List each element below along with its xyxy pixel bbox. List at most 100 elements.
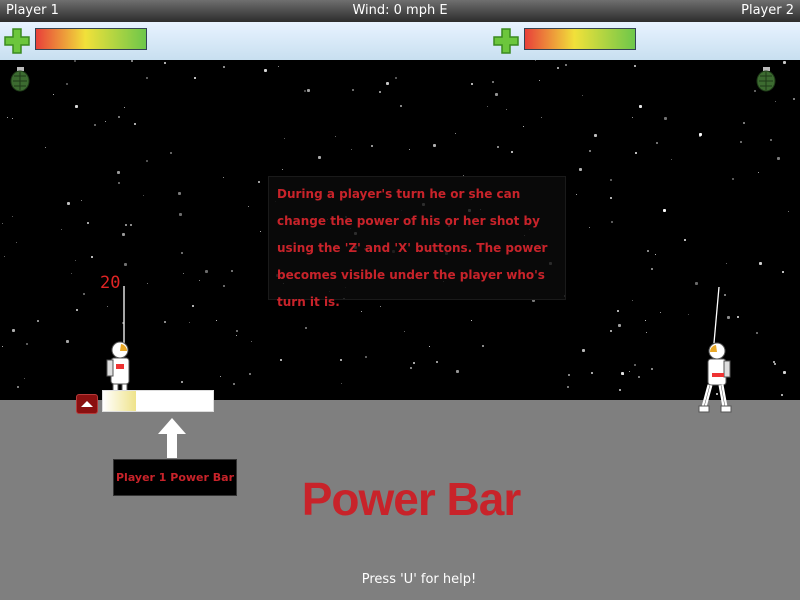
star <box>400 105 402 107</box>
star <box>181 381 183 383</box>
star <box>45 147 46 148</box>
star <box>579 168 582 171</box>
star <box>436 361 438 363</box>
star <box>758 172 759 173</box>
star <box>216 320 217 321</box>
star <box>664 117 667 120</box>
star <box>688 314 689 315</box>
star <box>589 227 590 228</box>
star <box>7 117 8 118</box>
star <box>632 300 633 301</box>
star <box>495 93 498 96</box>
star <box>131 60 133 62</box>
star <box>617 310 619 312</box>
star <box>223 66 225 68</box>
star <box>610 197 612 199</box>
star <box>146 77 148 79</box>
star <box>788 211 789 212</box>
star <box>305 327 307 329</box>
star <box>656 142 658 144</box>
star <box>147 283 148 284</box>
star <box>793 98 795 100</box>
star <box>94 124 96 126</box>
star <box>249 373 251 375</box>
star <box>223 177 224 178</box>
star <box>251 341 252 342</box>
star <box>61 229 62 230</box>
star <box>24 378 25 379</box>
player2-health-bar <box>524 28 636 50</box>
star <box>351 149 352 150</box>
star <box>87 222 89 224</box>
star <box>582 349 585 352</box>
star <box>591 372 593 374</box>
power-up-button[interactable] <box>76 394 98 414</box>
star <box>260 231 261 232</box>
star <box>75 105 78 108</box>
star <box>632 117 633 118</box>
star <box>83 293 85 295</box>
star <box>386 82 389 85</box>
star <box>352 89 354 91</box>
star <box>541 117 542 118</box>
star <box>684 239 686 241</box>
star <box>2 223 3 224</box>
star <box>611 221 613 223</box>
star <box>395 77 397 79</box>
star <box>371 145 373 147</box>
star <box>567 386 569 388</box>
top-bar: Player 1 Wind: 0 mph E Player 2 <box>0 0 800 22</box>
star <box>582 95 583 96</box>
star <box>282 169 283 170</box>
star <box>695 282 698 285</box>
star <box>568 374 570 376</box>
star <box>76 309 78 311</box>
star <box>775 101 776 102</box>
star <box>638 376 640 378</box>
health-strip <box>0 22 800 60</box>
star <box>732 178 734 180</box>
star <box>663 209 666 212</box>
star <box>16 242 17 243</box>
star <box>75 260 76 261</box>
star <box>565 64 567 66</box>
star <box>781 394 783 396</box>
star <box>118 116 120 118</box>
star <box>181 252 183 254</box>
star <box>379 91 381 93</box>
star <box>594 134 597 137</box>
star <box>37 320 39 322</box>
star <box>304 90 306 92</box>
star <box>610 330 612 332</box>
star <box>645 320 646 321</box>
star <box>576 194 577 195</box>
star <box>635 152 637 154</box>
star <box>651 268 653 270</box>
star <box>233 383 235 385</box>
star <box>487 106 488 107</box>
star <box>146 160 148 162</box>
star <box>236 330 238 332</box>
wind-indicator: Wind: 0 mph E <box>352 3 448 18</box>
star <box>471 83 473 85</box>
star <box>660 312 661 313</box>
star <box>783 371 786 374</box>
star <box>759 262 762 265</box>
star <box>634 364 636 366</box>
star <box>497 146 499 148</box>
star <box>307 89 310 92</box>
star <box>66 340 69 343</box>
star <box>199 280 200 281</box>
star <box>409 149 410 150</box>
star <box>646 332 647 333</box>
star <box>726 263 727 264</box>
star <box>756 332 758 334</box>
star <box>634 65 636 67</box>
star <box>699 135 701 137</box>
star <box>523 126 524 127</box>
star <box>456 370 459 373</box>
player2-astronaut <box>697 286 737 421</box>
player2-name: Player 2 <box>741 3 794 18</box>
star <box>189 322 190 323</box>
star <box>117 171 120 174</box>
